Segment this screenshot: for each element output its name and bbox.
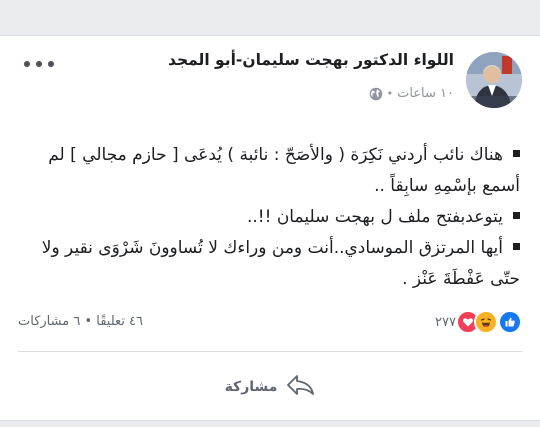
share-label: مشاركة <box>224 379 278 395</box>
bullet-icon <box>513 149 520 157</box>
meta-separator: • <box>386 87 394 100</box>
share-button[interactable]: مشاركة <box>0 372 540 402</box>
author-name[interactable]: اللواء الدكتور بهجت سليمان-أبو المجد <box>168 51 454 69</box>
more-dot <box>24 61 30 67</box>
post-stats: ٢٧٧ ٤٦ تعليقًا • ٦ مشاركات <box>0 306 540 336</box>
share-icon <box>285 373 315 401</box>
globe-icon <box>369 87 383 101</box>
like-icon <box>498 310 522 334</box>
more-dot <box>48 61 54 67</box>
more-dot <box>36 61 42 67</box>
post-paragraph: يتوعدبفتح ملف ل بهجت سليمان !!.. <box>20 202 520 233</box>
reactions-count: ٢٧٧ <box>435 314 456 330</box>
post-card: اللواء الدكتور بهجت سليمان-أبو المجد ١٠ … <box>0 35 540 421</box>
post-paragraph: هناك نائب أردني نَكِرَة ( والأصَحّ : نائ… <box>48 145 520 196</box>
haha-icon <box>474 310 498 334</box>
actions-divider <box>18 351 522 352</box>
bullet-icon <box>513 211 520 219</box>
post-paragraph: أيها المرتزق الموسادي..أنت ومن وراءك لا … <box>41 238 520 289</box>
more-options-button[interactable] <box>24 56 54 72</box>
reactions-summary[interactable]: ٢٧٧ <box>435 310 522 334</box>
bullet-icon <box>513 242 520 250</box>
post-meta: ١٠ ساعات • <box>369 86 454 101</box>
avatar-photo <box>466 52 522 108</box>
post-header: اللواء الدكتور بهجت سليمان-أبو المجد ١٠ … <box>0 36 540 116</box>
post-body: هناك نائب أردني نَكِرَة ( والأصَحّ : نائ… <box>20 140 520 295</box>
author-avatar[interactable] <box>466 52 522 108</box>
engagement-summary[interactable]: ٤٦ تعليقًا • ٦ مشاركات <box>18 314 143 329</box>
post-time[interactable]: ١٠ ساعات <box>397 86 454 101</box>
